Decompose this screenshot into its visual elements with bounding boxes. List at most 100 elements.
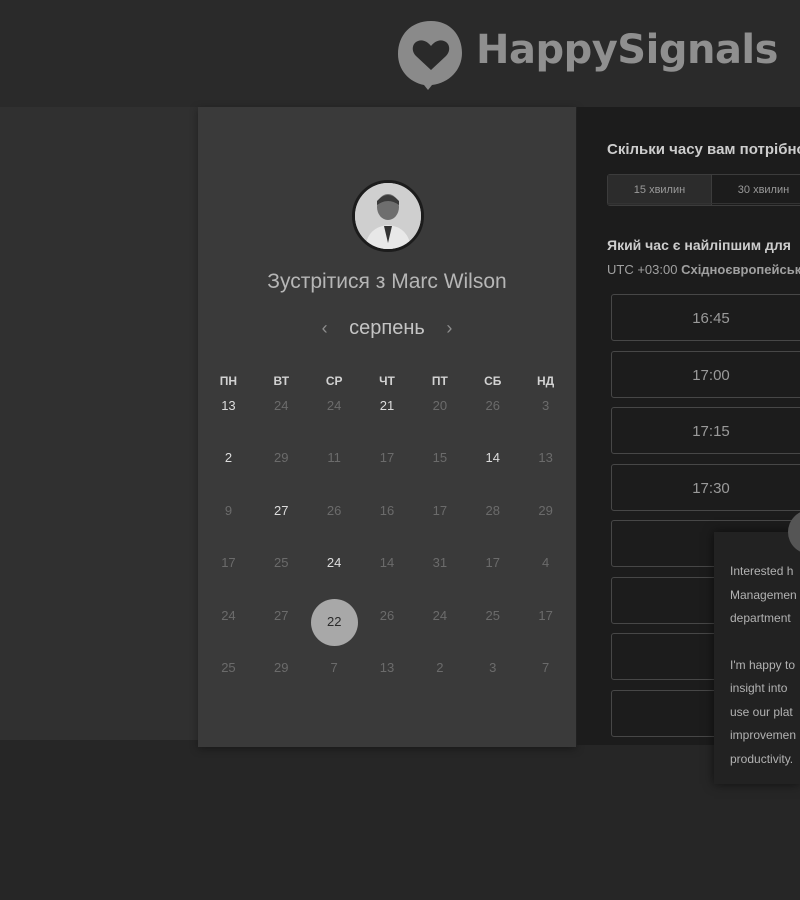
- calendar-day: 25: [202, 654, 255, 707]
- day-number: 27: [274, 607, 289, 623]
- calendar-day: 13: [519, 444, 572, 497]
- timezone-label[interactable]: UTC +03:00 Східноєвропейськ: [607, 262, 800, 277]
- calendar-day: 29: [519, 497, 572, 550]
- day-number: 7: [541, 660, 550, 675]
- calendar-week-row: 24 27 22 26 24 25 17: [202, 598, 572, 655]
- day-number: 3: [489, 660, 497, 675]
- day-number: 2: [436, 660, 444, 675]
- brand-name: HappySignals: [476, 27, 778, 73]
- day-number: 13: [379, 660, 395, 675]
- calendar-day: 7: [519, 654, 572, 707]
- meet-title: Зустрітися з Marc Wilson: [267, 270, 507, 293]
- duration-option-30[interactable]: 30 хвилин: [712, 175, 800, 205]
- calendar-day: 7: [308, 654, 361, 707]
- day-number: 15: [432, 450, 448, 465]
- calendar-day[interactable]: 2: [202, 444, 255, 497]
- selected-day-number: 22: [326, 613, 342, 629]
- calendar-day: 9: [202, 497, 255, 550]
- weekday-label: ПТ: [431, 374, 448, 388]
- calendar-day[interactable]: 14: [466, 444, 519, 497]
- calendar-week-row: 17 25 24 14 31 17 4: [202, 549, 572, 602]
- calendar-day: 26: [361, 602, 414, 655]
- person-avatar-icon: [355, 183, 421, 249]
- calendar-day: 2: [413, 654, 466, 707]
- chat-popup[interactable]: Interested h Managemen department I'm ha…: [714, 532, 800, 784]
- chat-line: Managemen: [730, 587, 797, 602]
- timezone-name: Східноєвропейськ: [681, 262, 800, 277]
- calendar-day[interactable]: 13: [202, 392, 255, 444]
- day-number: 17: [432, 502, 448, 518]
- weekday-header-row: ПН ВТ СР ЧТ ПТ СБ НД: [202, 374, 572, 392]
- calendar-day: 14: [361, 549, 414, 602]
- calendar-day[interactable]: 22: [308, 598, 361, 655]
- day-number: 29: [274, 450, 289, 465]
- calendar-day: 25: [255, 549, 308, 602]
- weekday-label: СБ: [484, 374, 502, 388]
- day-number: 20: [432, 398, 448, 413]
- weekday-label: НД: [536, 374, 555, 388]
- calendar-day: 28: [466, 497, 519, 550]
- day-number: 26: [485, 398, 500, 413]
- day-number: 31: [432, 555, 448, 570]
- time-slot[interactable]: 17:00: [611, 350, 800, 398]
- day-number: 9: [224, 502, 233, 518]
- selected-day[interactable]: 22: [310, 598, 358, 646]
- day-number: 26: [326, 502, 342, 518]
- time-slot[interactable]: 17:30: [611, 463, 800, 511]
- calendar-day: 17: [202, 549, 255, 602]
- calendar-week-row: 25 29 7 13 2 3 7: [202, 654, 572, 707]
- chat-line: department: [730, 611, 791, 625]
- brand-logo[interactable]: HappySignals: [396, 18, 778, 94]
- calendar-day: 29: [255, 654, 308, 707]
- chat-line: use our plat: [730, 704, 793, 719]
- day-number: 25: [485, 607, 500, 623]
- calendar-day: 4: [519, 549, 572, 602]
- time-question: Який час є найліпшим для: [607, 237, 791, 253]
- calendar-week-row: 9 27 26 16 17 28 29: [202, 497, 572, 550]
- chat-line: insight into: [730, 681, 788, 695]
- left-background: [0, 107, 198, 740]
- time-slot[interactable]: 16:45: [611, 294, 800, 341]
- duration-option-15[interactable]: 15 хвилин: [608, 175, 712, 205]
- chat-message: Interested h Managemen department I'm ha…: [730, 560, 800, 784]
- calendar-day[interactable]: 27: [255, 497, 308, 550]
- calendar-day: 20: [413, 392, 466, 444]
- next-month-button[interactable]: ›: [430, 318, 468, 338]
- weekday-label: ЧТ: [379, 374, 395, 388]
- day-number: 17: [538, 607, 553, 623]
- calendar-day: 31: [413, 549, 466, 602]
- calendar-day: 3: [519, 392, 572, 444]
- day-number: 24: [326, 398, 342, 413]
- day-number: 7: [330, 660, 338, 675]
- calendar-day: 17: [413, 497, 466, 550]
- calendar-day: 24: [202, 602, 255, 655]
- day-number: 24: [326, 555, 342, 570]
- day-number: 14: [379, 555, 395, 570]
- day-number: 25: [221, 660, 236, 675]
- day-number: 17: [485, 555, 500, 570]
- day-number: 27: [274, 502, 289, 518]
- prev-month-button[interactable]: ‹: [306, 318, 344, 338]
- time-slot[interactable]: 17:15: [611, 407, 800, 454]
- day-number: 13: [538, 450, 553, 465]
- calendar-day[interactable]: 21: [361, 392, 414, 444]
- calendar-day: 3: [466, 654, 519, 707]
- calendar-day: 29: [255, 444, 308, 497]
- calendar-week-row: 13 24 24 21 20 26 3: [202, 392, 572, 444]
- chat-line: productivity.: [730, 751, 794, 766]
- calendar-grid: ПН ВТ СР ЧТ ПТ СБ НД 13 24 24 21 20 26 3 2 29 11 1…: [202, 374, 572, 707]
- calendar-day: 17: [466, 549, 519, 602]
- weekday-label: ВТ: [273, 374, 290, 388]
- calendar-day: 15: [413, 444, 466, 497]
- bottom-background: [0, 745, 800, 900]
- day-number: 29: [274, 660, 289, 675]
- calendar-day: 27: [255, 602, 308, 655]
- calendar-day: 24: [413, 602, 466, 655]
- day-number: 21: [379, 398, 395, 413]
- calendar-day[interactable]: 24: [308, 549, 361, 602]
- day-number: 2: [224, 450, 233, 465]
- heart-speech-bubble-icon: [398, 21, 462, 90]
- duration-selector: 15 хвилин 30 хвилин: [607, 174, 800, 206]
- calendar-day: 17: [361, 444, 414, 497]
- weekday-label: ПН: [219, 374, 238, 388]
